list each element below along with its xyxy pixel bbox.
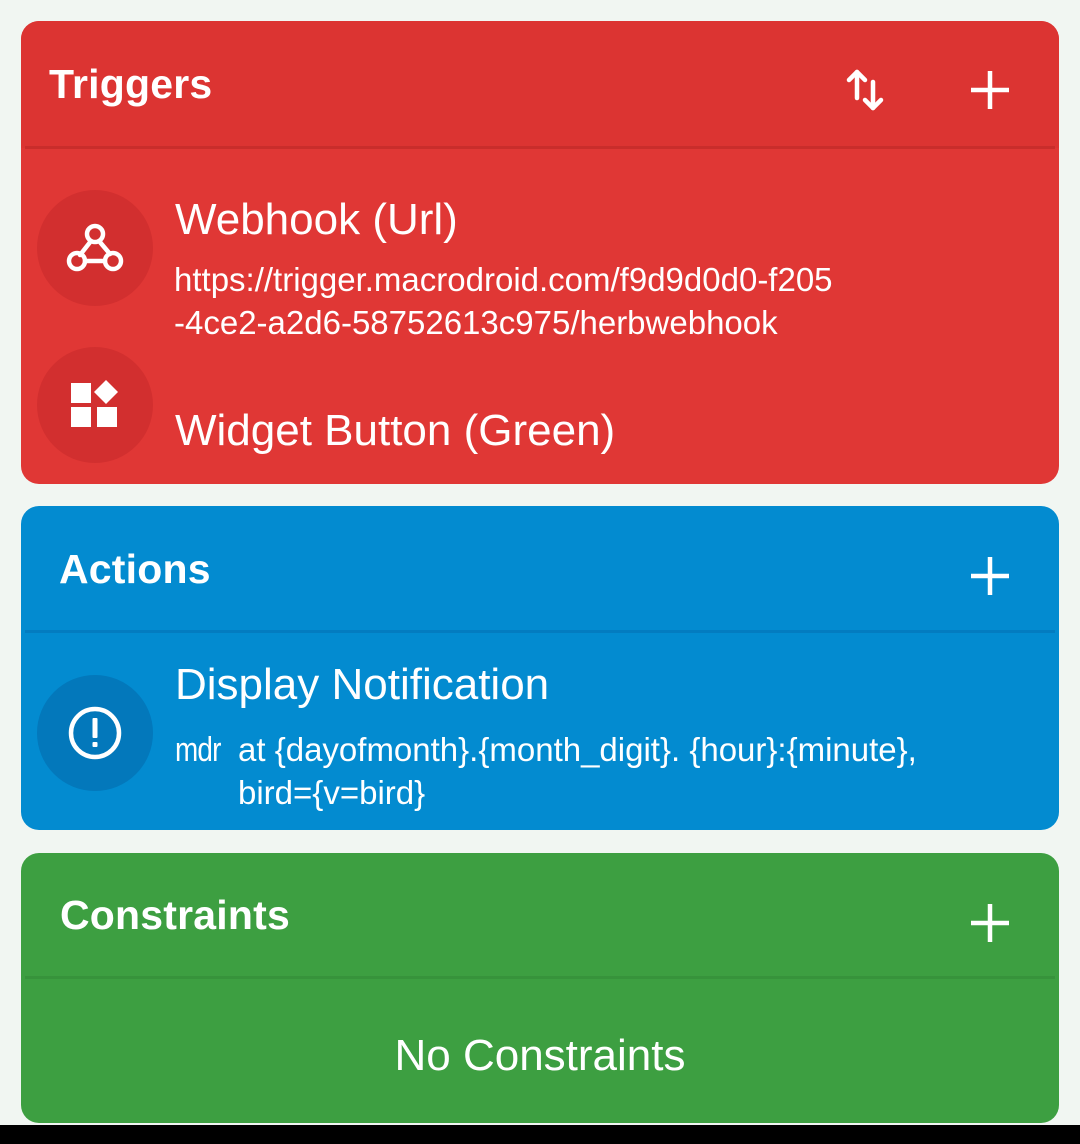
- constraints-card: Constraints No Constraints: [21, 853, 1059, 1123]
- reorder-triggers-button[interactable]: [837, 62, 893, 118]
- add-action-button[interactable]: [962, 548, 1018, 604]
- triggers-header: Triggers: [21, 21, 1059, 148]
- actions-title: Actions: [59, 545, 211, 592]
- add-constraint-button[interactable]: [962, 895, 1018, 951]
- trigger-icon-circle: [37, 190, 153, 306]
- actions-header: Actions: [21, 506, 1059, 632]
- triggers-title: Triggers: [49, 61, 213, 107]
- trigger-title: Webhook (Url): [175, 195, 458, 244]
- plus-icon: [971, 557, 1009, 595]
- triggers-card: Triggers Webhook (Url) https://trigger.m…: [21, 21, 1059, 484]
- constraints-header-divider: [25, 976, 1055, 979]
- reorder-icon: [846, 69, 884, 111]
- action-title: Display Notification: [175, 660, 550, 709]
- action-prefix: mdr: [175, 731, 221, 769]
- action-item-display-notification[interactable]: Display Notification mdr at {dayofmonth}…: [21, 633, 1059, 830]
- trigger-item-widget-button[interactable]: Widget Button (Green): [21, 343, 1059, 484]
- no-constraints-text: No Constraints: [394, 1031, 686, 1080]
- constraints-title: Constraints: [60, 892, 291, 938]
- add-trigger-button[interactable]: [962, 62, 1018, 118]
- plus-icon: [971, 71, 1009, 109]
- action-detail-line-1: at {dayofmonth}.{month_digit}. {hour}:{m…: [238, 731, 917, 768]
- alert-circle-icon: [68, 706, 122, 760]
- trigger-title: Widget Button (Green): [175, 406, 616, 455]
- plus-icon: [971, 904, 1009, 942]
- widget-icon: [71, 380, 118, 427]
- constraints-header: Constraints: [21, 853, 1059, 978]
- webhook-icon: [66, 223, 124, 272]
- trigger-detail-line-1: https://trigger.macrodroid.com/f9d9d0d0-…: [174, 261, 833, 298]
- actions-card: Actions Display Notification mdr at {day…: [21, 506, 1059, 830]
- trigger-detail-line-2: -4ce2-a2d6-58752613c975/herbwebhook: [174, 304, 778, 341]
- trigger-item-webhook[interactable]: Webhook (Url) https://trigger.macrodroid…: [21, 148, 1059, 343]
- trigger-icon-circle: [37, 347, 153, 463]
- action-icon-circle: [37, 675, 153, 791]
- action-detail-line-2: bird={v=bird}: [238, 774, 426, 811]
